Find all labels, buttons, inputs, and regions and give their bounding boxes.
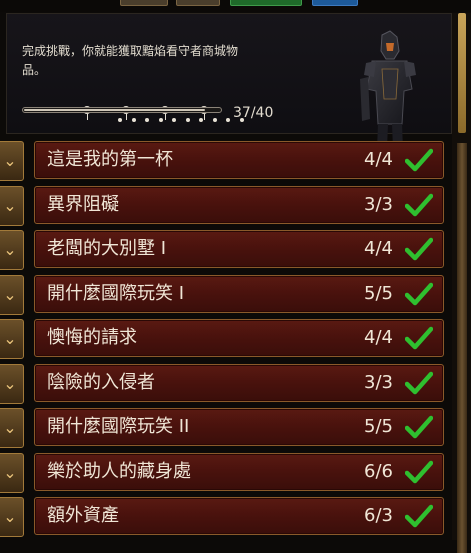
progress-tick	[145, 118, 149, 122]
challenge-row[interactable]: ⌄ 懊悔的請求 4/4	[0, 318, 452, 359]
challenge-count: 5/5	[364, 416, 393, 437]
challenge-bar[interactable]: 這是我的第一杯 4/4	[34, 141, 444, 179]
checkmark-icon	[405, 237, 433, 261]
challenge-count: 4/4	[364, 238, 393, 259]
top-tab-button[interactable]	[176, 0, 220, 6]
challenge-bar[interactable]: 老闆的大別墅 I 4/4	[34, 230, 444, 268]
challenge-description: 完成挑戰，你就能獲取黯焰看守者商城物品。	[22, 44, 239, 77]
challenge-bar[interactable]: 開什麼國際玩笑 II 5/5	[34, 408, 444, 446]
challenge-bar[interactable]: 懊悔的請求 4/4	[34, 319, 444, 357]
challenge-row[interactable]: ⌄ 額外資產 6/3	[0, 496, 452, 537]
challenge-row[interactable]: ⌄ 異界阻礙 3/3	[0, 185, 452, 226]
challenge-category-icon: ⌄	[0, 408, 24, 448]
challenge-category-icon: ⌄	[0, 230, 24, 270]
checkmark-icon	[405, 282, 433, 305]
challenge-bar[interactable]: 開什麼國際玩笑 I 5/5	[34, 274, 444, 313]
progress-tick	[226, 118, 230, 122]
challenge-row[interactable]: ⌄ 開什麼國際玩笑 I 5/5	[0, 274, 452, 315]
challenge-title: 異界阻礙	[47, 193, 119, 215]
challenge-row[interactable]: ⌄ 樂於助人的藏身處 6/6	[0, 452, 452, 493]
challenge-title: 樂於助人的藏身處	[47, 460, 191, 482]
scrollbar-thumb[interactable]	[458, 13, 466, 133]
checkmark-icon	[405, 326, 433, 350]
warden-figure-icon	[360, 30, 416, 149]
challenge-category-icon: ⌄	[0, 185, 24, 226]
top-blue-button[interactable]	[312, 0, 358, 6]
challenge-title: 額外資產	[47, 505, 119, 526]
checkmark-icon	[405, 148, 433, 172]
checkmark-icon	[405, 193, 433, 216]
checkmark-icon	[405, 504, 433, 528]
checkmark-icon	[405, 371, 433, 394]
challenge-count: 4/4	[364, 149, 393, 170]
frame-post	[457, 143, 467, 553]
challenge-title: 開什麼國際玩笑 I	[47, 282, 185, 304]
progress-tick	[212, 118, 217, 122]
progress-tick	[185, 118, 190, 122]
challenge-category-icon: ⌄	[0, 497, 24, 537]
challenge-title: 這是我的第一杯	[47, 149, 173, 170]
challenge-category-icon: ⌄	[0, 363, 24, 404]
progress-bar-fill	[24, 109, 206, 111]
challenge-header-panel: 完成挑戰，你就能獲取黯焰看守者商城物品。 37/40	[6, 13, 452, 149]
challenge-category-icon: ⌄	[0, 141, 24, 181]
challenge-row[interactable]: ⌄ 這是我的第一杯 4/4	[0, 140, 452, 181]
progress-tick	[131, 118, 136, 122]
challenge-list: ⌄ 這是我的第一杯 4/4 ⌄ 異界阻礙 3/3 ⌄ 老闆的大別墅 I 4/4 ⌄ 開什麼國際玩笑 …	[0, 140, 452, 540]
top-tab-button[interactable]	[120, 0, 168, 6]
checkmark-icon	[405, 460, 433, 483]
challenge-bar[interactable]: 額外資產 6/3	[34, 497, 444, 535]
challenge-title: 懊悔的請求	[47, 327, 137, 348]
challenge-row[interactable]: ⌄ 老闆的大別墅 I 4/4	[0, 229, 452, 270]
challenge-title: 老闆的大別墅 I	[47, 238, 167, 259]
progress-tick	[172, 118, 176, 122]
challenge-count: 5/5	[364, 282, 393, 304]
challenge-count: 3/3	[364, 193, 393, 215]
challenge-bar[interactable]: 異界阻礙 3/3	[34, 185, 444, 224]
progress-bar	[22, 107, 222, 113]
checkmark-icon	[405, 415, 433, 439]
challenge-count: 6/3	[364, 505, 393, 526]
progress-count: 37/40	[233, 105, 274, 121]
progress-tick	[199, 118, 203, 122]
progress-tick	[118, 118, 122, 122]
challenge-bar[interactable]: 陰險的入侵者 3/3	[34, 363, 444, 402]
challenge-count: 3/3	[364, 371, 393, 393]
challenge-count: 6/6	[364, 460, 393, 482]
progress-ticks	[27, 118, 244, 126]
challenge-category-icon: ⌄	[0, 274, 24, 315]
challenge-count: 4/4	[364, 327, 393, 348]
challenge-category-icon: ⌄	[0, 319, 24, 359]
challenge-row[interactable]: ⌄ 陰險的入侵者 3/3	[0, 363, 452, 404]
progress-tick	[158, 118, 163, 122]
top-button-strip	[0, 0, 471, 12]
challenge-title: 開什麼國際玩笑 II	[47, 416, 190, 437]
right-frame-border	[452, 13, 471, 553]
challenge-row[interactable]: ⌄ 開什麼國際玩笑 II 5/5	[0, 407, 452, 448]
top-green-button[interactable]	[230, 0, 302, 6]
challenge-title: 陰險的入侵者	[47, 371, 155, 393]
challenge-category-icon: ⌄	[0, 452, 24, 493]
challenge-bar[interactable]: 樂於助人的藏身處 6/6	[34, 452, 444, 491]
